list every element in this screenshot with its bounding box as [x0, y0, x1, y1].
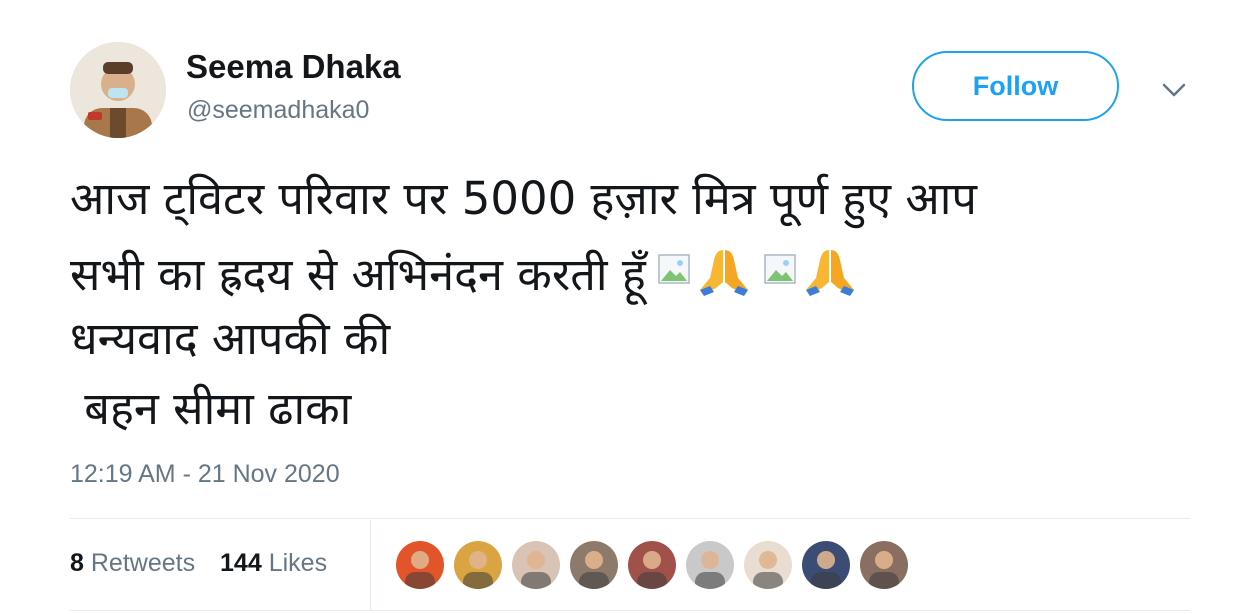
user-avatar-icon: [70, 42, 166, 138]
divider: [70, 610, 1190, 611]
liker-avatar-icon[interactable]: [686, 541, 734, 589]
liker-avatar-icon[interactable]: [628, 541, 676, 589]
retweets-label: Retweets: [90, 549, 196, 577]
stats-separator: [370, 520, 371, 610]
broken-image-icon: [658, 234, 690, 284]
retweets-stat[interactable]: 8 Retweets: [70, 549, 195, 578]
author-avatar[interactable]: [70, 42, 166, 138]
likes-label: Likes: [268, 549, 328, 577]
liker-avatar-icon[interactable]: [570, 541, 618, 589]
tweet-timestamp[interactable]: 12:19 AM - 21 Nov 2020: [70, 460, 340, 489]
liker-avatars: [396, 541, 918, 589]
divider: [70, 518, 1190, 519]
folded-hands-emoji-icon: [696, 244, 752, 300]
retweets-count: 8: [70, 549, 84, 577]
liker-avatar-icon[interactable]: [860, 541, 908, 589]
tweet-text: आज ट्विटर परिवार पर 5000 हज़ार मित्र पूर…: [70, 164, 1190, 444]
tweet-text-line-2: सभी का ह्रदय से अभिनंदन करती हूँ: [70, 234, 1190, 304]
tweet-card: Seema Dhaka @seemadhaka0 Follow आज ट्विट…: [0, 0, 1254, 614]
tweet-text-line-4: बहन सीमा ढाका: [70, 382, 352, 435]
liker-avatar-icon[interactable]: [454, 541, 502, 589]
folded-hands-emoji-icon: [802, 244, 858, 300]
liker-avatar-icon[interactable]: [396, 541, 444, 589]
author-name[interactable]: Seema Dhaka: [186, 48, 401, 86]
tweet-text-line-2-text: सभी का ह्रदय से अभिनंदन करती हूँ: [70, 248, 646, 301]
likes-count: 144: [220, 549, 262, 577]
follow-button[interactable]: Follow: [912, 51, 1119, 121]
tweet-stats: 8 Retweets 144 Likes: [70, 549, 345, 578]
tweet-text-line-3: धन्यवाद आपकी की: [70, 312, 391, 365]
tweet-text-line-1: आज ट्विटर परिवार पर 5000 हज़ार मित्र पूर…: [70, 172, 977, 225]
liker-avatar-icon[interactable]: [802, 541, 850, 589]
broken-image-icon: [764, 234, 796, 284]
author-handle[interactable]: @seemadhaka0: [187, 96, 369, 125]
liker-avatar-icon[interactable]: [512, 541, 560, 589]
likes-stat[interactable]: 144 Likes: [220, 549, 327, 578]
liker-avatar-icon[interactable]: [744, 541, 792, 589]
chevron-down-icon[interactable]: [1160, 78, 1188, 102]
